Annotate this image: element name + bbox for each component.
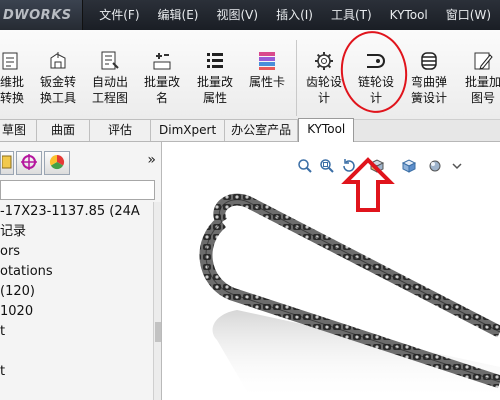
- sheet-metal-convert-icon: [45, 50, 71, 72]
- batch-rename-icon: [149, 50, 175, 72]
- auto-drawing-button[interactable]: 自动出 工程图: [86, 50, 134, 116]
- spring-design-button[interactable]: 弯曲弹 簧设计: [403, 50, 455, 116]
- batch-properties-button[interactable]: 批量改 属性: [190, 50, 240, 116]
- menu-file[interactable]: 文件(F): [90, 0, 148, 30]
- batch-convert-button[interactable]: 维批 转换: [0, 50, 30, 116]
- tree-item[interactable]: otations: [0, 262, 150, 282]
- auto-drawing-label: 自动出 工程图: [91, 75, 128, 105]
- zoom-to-fit-button[interactable]: [294, 156, 316, 178]
- zoom-area-icon: [319, 158, 335, 177]
- ribbon-separator: [296, 40, 297, 116]
- add-drawing-number-label: 批量加 图号: [464, 75, 500, 105]
- more-view-button[interactable]: [446, 156, 468, 178]
- tree-item[interactable]: t: [0, 362, 150, 382]
- tree-item[interactable]: 1020: [0, 302, 150, 322]
- graphics-area[interactable]: [162, 142, 500, 400]
- feature-manager-icon: [1, 154, 12, 173]
- menu-edit[interactable]: 编辑(E): [149, 0, 208, 30]
- display-style-icon: [427, 158, 443, 177]
- batch-properties-label: 批量改 属性: [196, 75, 233, 105]
- zoom-area-button[interactable]: [316, 156, 338, 178]
- appearance-icon: [48, 153, 66, 174]
- tree-item[interactable]: ors: [0, 242, 150, 262]
- expand-panel-button[interactable]: »: [147, 152, 156, 168]
- property-card-icon: [254, 50, 280, 72]
- logo-text: DWORKS: [3, 7, 72, 23]
- roller-chain-model[interactable]: [162, 182, 500, 400]
- appearance-tab[interactable]: [44, 151, 70, 175]
- sheet-metal-convert-button[interactable]: 钣金转 换工具: [34, 50, 82, 116]
- title-bar: DWORKS 文件(F) 编辑(E) 视图(V) 插入(I) 工具(T) KYT…: [0, 0, 500, 30]
- ribbon-tab-bar: 草图 曲面 评估 DimXpert 办公室产品 KYTool: [0, 118, 500, 142]
- tree-item[interactable]: 记录: [0, 222, 150, 242]
- batch-convert-label: 维批 转换: [0, 75, 24, 105]
- feature-tree: -17X23-1137.85 (24A 记录 ors otations (120…: [0, 202, 150, 382]
- auto-drawing-icon: [97, 50, 123, 72]
- spring-icon: [416, 50, 442, 72]
- gear-icon: [311, 50, 337, 72]
- feature-manager-tab[interactable]: [0, 151, 14, 175]
- batch-convert-icon: [0, 50, 25, 72]
- view-orientation-icon: [401, 158, 417, 177]
- dimxpert-icon: [20, 153, 38, 174]
- tab-dimxpert[interactable]: DimXpert: [151, 119, 226, 141]
- batch-rename-label: 批量改 名: [143, 75, 180, 105]
- add-drawing-number-button[interactable]: 批量加 图号: [457, 50, 500, 116]
- tab-sketch[interactable]: 草图: [0, 119, 38, 141]
- batch-properties-icon: [202, 50, 228, 72]
- more-icon: [451, 160, 463, 175]
- command-ribbon: 维批 转换 钣金转 换工具 自动出 工程图 批量改 名 批量改 属性 属性卡 齿…: [0, 30, 500, 120]
- menu-insert[interactable]: 插入(I): [267, 0, 322, 30]
- tree-item[interactable]: -17X23-1137.85 (24A: [0, 202, 150, 222]
- menu-window[interactable]: 窗口(W): [437, 0, 500, 30]
- sheet-metal-convert-label: 钣金转 换工具: [39, 75, 76, 105]
- tree-item[interactable]: t: [0, 322, 150, 342]
- property-card-button[interactable]: 属性卡: [243, 50, 291, 116]
- tree-item[interactable]: [0, 342, 150, 362]
- drawing-number-icon: [470, 50, 496, 72]
- menu-view[interactable]: 视图(V): [207, 0, 267, 30]
- tab-surface[interactable]: 曲面: [37, 119, 91, 141]
- menu-tools[interactable]: 工具(T): [322, 0, 381, 30]
- feature-tree-filter[interactable]: [0, 180, 155, 200]
- view-orientation-button[interactable]: [394, 156, 424, 178]
- tree-item[interactable]: (120): [0, 282, 150, 302]
- tab-evaluate[interactable]: 评估: [90, 119, 152, 141]
- zoom-to-fit-icon: [297, 158, 313, 177]
- tab-kytool[interactable]: KYTool: [298, 118, 355, 142]
- solidworks-logo[interactable]: DWORKS: [0, 0, 84, 30]
- menu-kytool[interactable]: KYTool: [381, 0, 437, 30]
- feature-tree-scrollbar[interactable]: [153, 202, 161, 400]
- tab-office-products[interactable]: 办公室产品: [225, 119, 299, 141]
- spring-design-label: 弯曲弹 簧设计: [410, 75, 447, 105]
- display-style-button[interactable]: [424, 156, 446, 178]
- dimxpert-tab[interactable]: [16, 151, 42, 175]
- property-card-label: 属性卡: [248, 75, 285, 89]
- menu-bar: 文件(F) 编辑(E) 视图(V) 插入(I) 工具(T) KYTool 窗口(…: [83, 0, 500, 30]
- feature-manager-panel: » -17X23-1137.85 (24A 记录 ors otations (1…: [0, 142, 162, 400]
- scrollbar-thumb[interactable]: [155, 322, 161, 342]
- batch-rename-button[interactable]: 批量改 名: [138, 50, 186, 116]
- panel-tab-strip: »: [0, 150, 162, 176]
